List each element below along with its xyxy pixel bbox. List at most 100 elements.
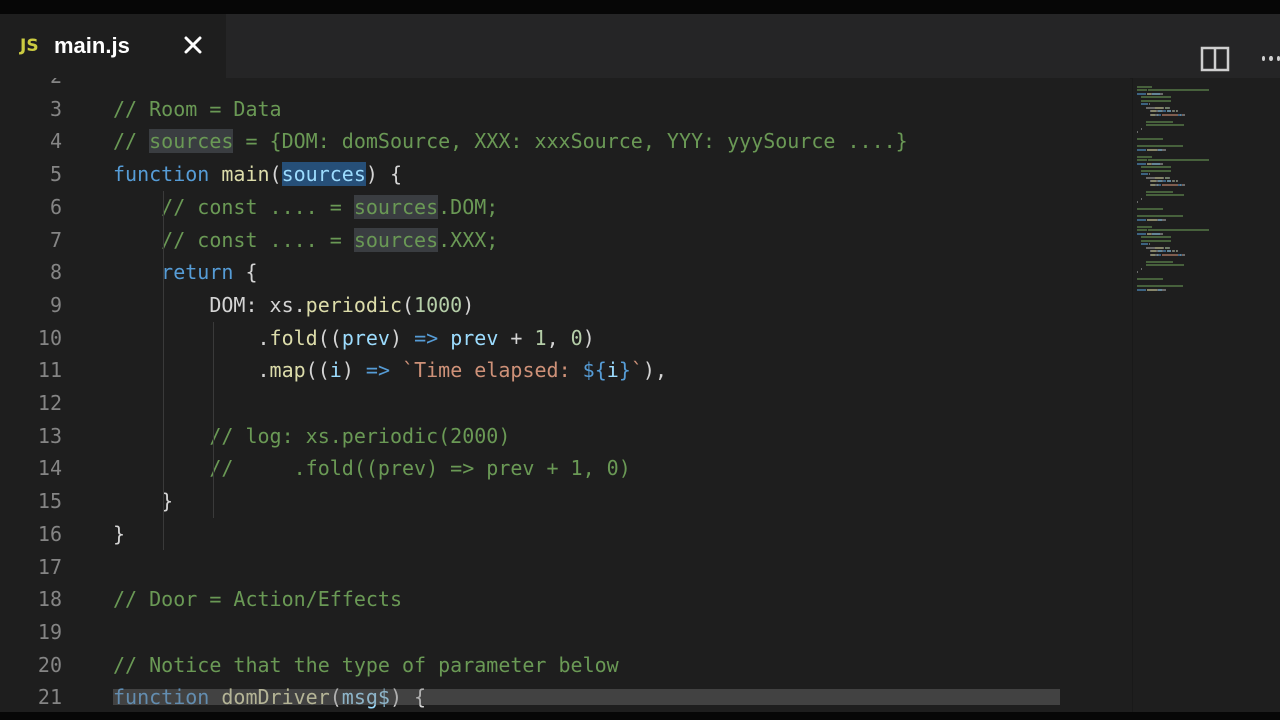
code-line[interactable]: 4 // sources = {DOM: domSource, XXX: xxxS…: [0, 125, 1130, 158]
code-line[interactable]: 18 // Door = Action/Effects: [0, 583, 1130, 616]
code-line[interactable]: 13 // log: xs.periodic(2000): [0, 420, 1130, 453]
code-token: `: [630, 358, 643, 383]
code-line[interactable]: 6 // const .... = sources.DOM;: [0, 191, 1130, 224]
minimap-token: [1152, 162, 1161, 165]
horizontal-scrollbar[interactable]: [113, 689, 1060, 705]
close-icon[interactable]: [180, 32, 206, 58]
minimap-token: [1152, 92, 1161, 95]
line-number: 4: [49, 129, 62, 154]
code-editor[interactable]: 2 3 // Room = Data 4 // sources = {DOM: domS…: [0, 78, 1130, 712]
code-text: }: [113, 518, 125, 551]
code-line[interactable]: 11 .map((i) => `Time elapsed: ${i}`),: [0, 354, 1130, 387]
code-token: sources: [149, 129, 234, 154]
minimap-token: [1141, 99, 1158, 102]
code-token: sources: [353, 194, 439, 219]
code-text: DOM: xs.periodic(1000): [113, 289, 474, 322]
minimap-token: [1149, 173, 1151, 175]
minimap-token: [1154, 246, 1164, 249]
line-number: 10: [37, 325, 62, 350]
window-top-bar: [0, 0, 1280, 14]
minimap-token: [1141, 197, 1143, 200]
code-token: // const .... =: [113, 227, 354, 252]
indent-guide: [163, 190, 164, 551]
minimap[interactable]: [1132, 78, 1280, 712]
code-token: // Room = Data: [113, 96, 282, 121]
minimap-token: [1137, 148, 1146, 151]
minimap-token: [1146, 288, 1157, 291]
code-line[interactable]: 3 // Room = Data: [0, 93, 1130, 126]
code-token: sources: [281, 162, 366, 187]
code-token: (: [269, 162, 282, 187]
code-line[interactable]: 2: [0, 78, 1130, 93]
code-token: 1000: [414, 292, 463, 317]
minimap-token: [1157, 99, 1166, 102]
code-token: periodic: [305, 292, 402, 317]
code-token: map: [269, 358, 306, 383]
code-token: // Door = Action/Effects: [113, 587, 402, 612]
minimap-token: [1154, 176, 1164, 179]
minimap-token: [1137, 218, 1146, 221]
minimap-token: [1137, 131, 1139, 133]
code-line[interactable]: 20 // Notice that the type of parameter b…: [0, 649, 1130, 682]
code-line[interactable]: 5 function main(sources) {: [0, 158, 1130, 191]
code-line[interactable]: 17: [0, 551, 1130, 584]
code-token: DOM: xs.: [113, 292, 306, 317]
minimap-token: [1154, 106, 1164, 109]
minimap-token: [1137, 271, 1139, 273]
minimap-token: [1157, 236, 1166, 238]
split-editor-icon[interactable]: [1200, 46, 1230, 72]
minimap-token: [1168, 246, 1170, 249]
minimap-token: [1137, 201, 1139, 203]
minimap-token: [1162, 113, 1178, 116]
minimap-token: [1141, 96, 1158, 98]
code-line[interactable]: 14 // .fold((prev) => prev + 1, 0): [0, 452, 1130, 485]
minimap-token: [1176, 110, 1178, 112]
code-line[interactable]: 10 .fold((prev) => prev + 1, 0): [0, 322, 1130, 355]
code-line[interactable]: 8 return {: [0, 256, 1130, 289]
line-number: 8: [49, 260, 62, 285]
code-token: ): [341, 358, 366, 383]
code-line[interactable]: 19: [0, 616, 1130, 649]
line-number: 20: [37, 652, 62, 677]
code-text: // log: xs.periodic(2000): [113, 420, 510, 453]
minimap-token: [1162, 183, 1178, 186]
code-token: .: [113, 325, 270, 350]
minimap-token: [1146, 148, 1157, 151]
more-actions-icon[interactable]: [1262, 48, 1280, 68]
minimap-token: [1162, 288, 1166, 291]
minimap-token: [1157, 166, 1166, 168]
minimap-token: [1166, 180, 1172, 182]
code-line[interactable]: 16}: [0, 518, 1130, 551]
code-line[interactable]: 9 DOM: xs.periodic(1000): [0, 289, 1130, 322]
code-line[interactable]: 12: [0, 387, 1130, 420]
code-text: // const .... = sources.DOM;: [113, 191, 498, 224]
minimap-token: [1145, 176, 1155, 179]
minimap-token: [1168, 176, 1170, 179]
tab-main-js[interactable]: JS main.js: [0, 14, 226, 78]
code-line[interactable]: 7 // const .... = sources.XXX;: [0, 224, 1130, 257]
minimap-token: [1145, 124, 1185, 126]
line-number: 11: [37, 358, 62, 383]
code-text: // Door = Action/Effects: [113, 583, 402, 616]
code-token: }: [113, 489, 174, 514]
minimap-token: [1165, 166, 1172, 168]
line-number: 13: [37, 423, 62, 448]
code-token: i: [606, 358, 619, 383]
code-token: return: [161, 260, 234, 285]
minimap-token: [1183, 113, 1186, 116]
line-number: 21: [37, 685, 62, 710]
line-number: 5: [49, 162, 62, 187]
line-number: 18: [37, 587, 62, 612]
tab-title: main.js: [54, 33, 130, 58]
minimap-token: [1145, 260, 1174, 263]
minimap-token: [1139, 159, 1147, 161]
code-token: (: [401, 292, 415, 317]
minimap-token: [1165, 96, 1172, 98]
minimap-token: [1159, 113, 1162, 116]
minimap-token: [1149, 243, 1151, 245]
code-token: 1: [534, 325, 547, 350]
line-number: 6: [49, 194, 62, 219]
minimap-token: [1141, 267, 1143, 270]
code-line[interactable]: 15 }: [0, 485, 1130, 518]
